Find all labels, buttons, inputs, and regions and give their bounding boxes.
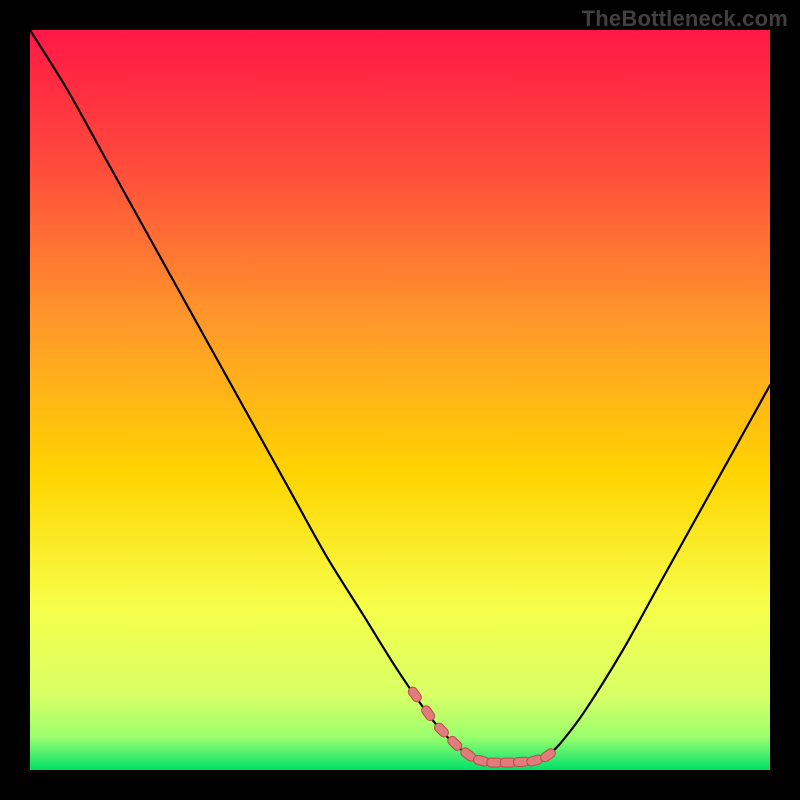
bottleneck-curve-chart — [30, 30, 770, 770]
chart-frame: { "watermark": "TheBottleneck.com", "col… — [0, 0, 800, 800]
gradient-background — [30, 30, 770, 770]
plot-area — [30, 30, 770, 770]
watermark-text: TheBottleneck.com — [582, 6, 788, 32]
